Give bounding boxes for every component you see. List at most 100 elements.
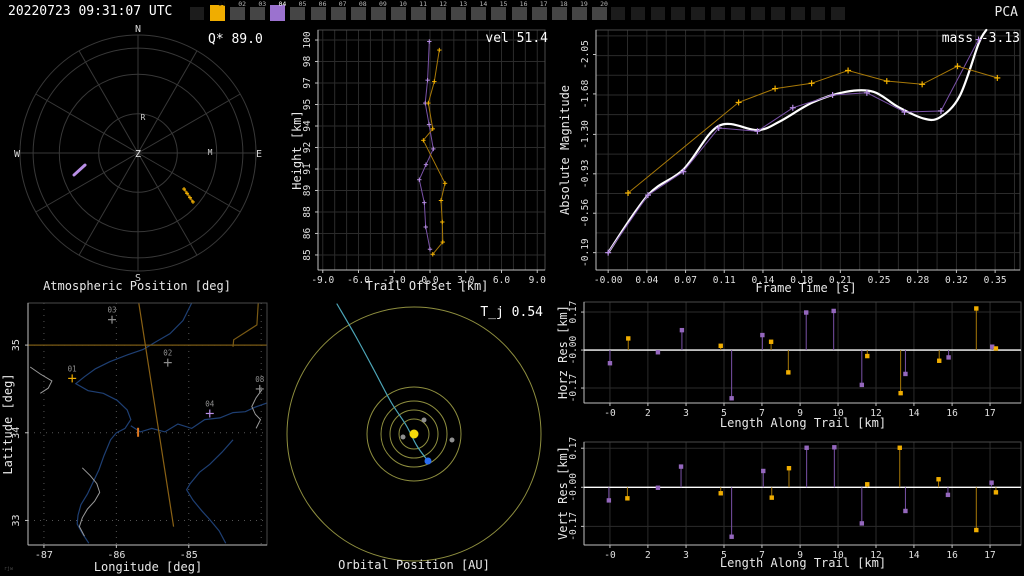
camera-cell-06[interactable] <box>310 7 326 20</box>
camera-cell-blank <box>651 7 665 20</box>
svg-text:0.35: 0.35 <box>984 275 1007 286</box>
svg-text:-0.56: -0.56 <box>580 199 591 228</box>
svg-text:-87: -87 <box>35 550 53 561</box>
camera-cell-17[interactable] <box>531 7 547 20</box>
tisserand-badge: T_j 0.54 <box>480 305 543 320</box>
camera-cell-11[interactable] <box>411 7 426 20</box>
frame-time-xlabel: Frame Time [s] <box>755 281 857 295</box>
svg-text:17: 17 <box>984 550 995 561</box>
svg-text:33: 33 <box>11 514 22 526</box>
svg-text:-0: -0 <box>604 550 616 561</box>
camera-cell-07[interactable] <box>330 7 346 20</box>
camera-cell-13[interactable] <box>451 7 467 20</box>
svg-text:-1.68: -1.68 <box>580 79 591 108</box>
svg-text:95: 95 <box>302 99 313 110</box>
svg-text:02: 02 <box>163 349 172 358</box>
q-reliability-badge: Q* 89.0 <box>208 32 263 47</box>
horz-res-ylabel: Horz Res [km] <box>556 305 570 399</box>
camera-cell-label: 09 <box>378 0 387 8</box>
svg-text:35: 35 <box>11 339 22 351</box>
svg-text:-0.19: -0.19 <box>580 238 591 267</box>
camera-cell-02[interactable] <box>230 7 246 20</box>
watermark: rjw <box>4 566 14 572</box>
svg-text:100: 100 <box>302 31 313 48</box>
svg-text:97: 97 <box>302 77 313 88</box>
camera-cell-blank <box>190 7 204 20</box>
camera-cell-10[interactable] <box>390 7 406 20</box>
svg-text:86: 86 <box>302 227 313 239</box>
camera-cell-label: 20 <box>600 0 608 8</box>
utc-timestamp: 20220723 09:31:07 UTC <box>8 4 173 19</box>
svg-text:0.11: 0.11 <box>713 275 736 286</box>
svg-text:N: N <box>135 24 141 35</box>
svg-text:08: 08 <box>255 375 265 384</box>
camera-cell-label: 10 <box>399 0 407 8</box>
svg-text:-0.00: -0.00 <box>594 275 623 286</box>
camera-cell-label: 18 <box>559 0 568 8</box>
svg-text:0.04: 0.04 <box>635 275 658 286</box>
magnitude-ylabel: Absolute Magnitude <box>558 84 572 216</box>
height-ylabel: Height [km] <box>290 110 304 190</box>
svg-text:85: 85 <box>302 249 313 260</box>
camera-cell-label: 15 <box>499 0 508 8</box>
svg-text:01: 01 <box>68 364 77 373</box>
svg-text:0.07: 0.07 <box>674 275 697 286</box>
camera-cell-label: 11 <box>419 0 427 8</box>
mass-badge: mass -3.13 <box>941 31 1020 46</box>
camera-cell-blank <box>671 7 685 20</box>
camera-cell-label: 04 <box>278 0 287 8</box>
atmospheric-plot-title: Atmospheric Position [deg] <box>43 279 231 293</box>
svg-text:88: 88 <box>302 206 313 218</box>
camera-cell-blank <box>731 7 745 20</box>
svg-text:R: R <box>141 113 146 122</box>
camera-cell-label: 06 <box>318 0 327 8</box>
camera-cell-label: 16 <box>519 0 528 8</box>
camera-cell-16[interactable] <box>511 7 527 20</box>
svg-text:-2.05: -2.05 <box>580 40 591 69</box>
app-window: N S E W Z R M -9.0 -6.0 -3.0 0.0 3.0 6.0 9.0 100 98 97 95… <box>0 0 1024 576</box>
svg-text:14: 14 <box>908 550 920 561</box>
camera-cell-14[interactable] <box>471 7 487 20</box>
camera-cell-09[interactable] <box>370 7 386 20</box>
length-along-trail-xlabel-horz: Length Along Trail [km] <box>719 416 887 430</box>
camera-cell-label: 12 <box>439 0 448 8</box>
longitude-xlabel: Longitude [deg] <box>93 560 203 574</box>
svg-text:Z: Z <box>135 149 141 160</box>
svg-text:16: 16 <box>946 550 958 561</box>
camera-cell-18[interactable] <box>551 7 567 20</box>
camera-cell-blank <box>691 7 705 20</box>
trail-offset-xlabel: Trail Offset [km] <box>365 279 489 293</box>
svg-text:6.0: 6.0 <box>493 275 510 286</box>
svg-text:E: E <box>256 149 262 160</box>
camera-cell-12[interactable] <box>431 7 447 20</box>
orbital-plot-title: Orbital Position [AU] <box>338 558 490 572</box>
camera-cell-label: 14 <box>479 0 488 8</box>
svg-text:W: W <box>14 149 21 160</box>
svg-text:14: 14 <box>908 408 920 419</box>
camera-cell-08[interactable] <box>350 7 366 20</box>
camera-cell-03[interactable] <box>250 7 266 20</box>
camera-cell-label: 19 <box>579 0 588 8</box>
length-along-trail-xlabel-vert: Length Along Trail [km] <box>719 556 887 570</box>
svg-text:04: 04 <box>205 399 215 408</box>
svg-text:16: 16 <box>946 408 958 419</box>
velocity-badge: vel 51.4 <box>485 31 548 46</box>
camera-cell-20[interactable] <box>591 7 607 20</box>
camera-cell-05[interactable] <box>290 7 306 20</box>
camera-cell-blank <box>831 7 845 20</box>
svg-text:-1.30: -1.30 <box>580 120 591 149</box>
svg-text:2: 2 <box>645 408 651 419</box>
camera-cell-label: 03 <box>258 0 267 8</box>
svg-text:0.28: 0.28 <box>906 275 929 286</box>
svg-text:2: 2 <box>645 550 651 561</box>
svg-text:M: M <box>208 148 213 157</box>
svg-text:03: 03 <box>107 306 116 315</box>
camera-cell-label: 01 <box>218 0 226 8</box>
camera-cell-19[interactable] <box>571 7 587 20</box>
svg-text:17: 17 <box>984 408 995 419</box>
svg-text:-0: -0 <box>604 408 616 419</box>
camera-cell-label: 07 <box>338 0 347 8</box>
svg-text:9.0: 9.0 <box>529 275 546 286</box>
camera-cell-15[interactable] <box>491 7 507 20</box>
svg-text:0.32: 0.32 <box>945 275 968 286</box>
